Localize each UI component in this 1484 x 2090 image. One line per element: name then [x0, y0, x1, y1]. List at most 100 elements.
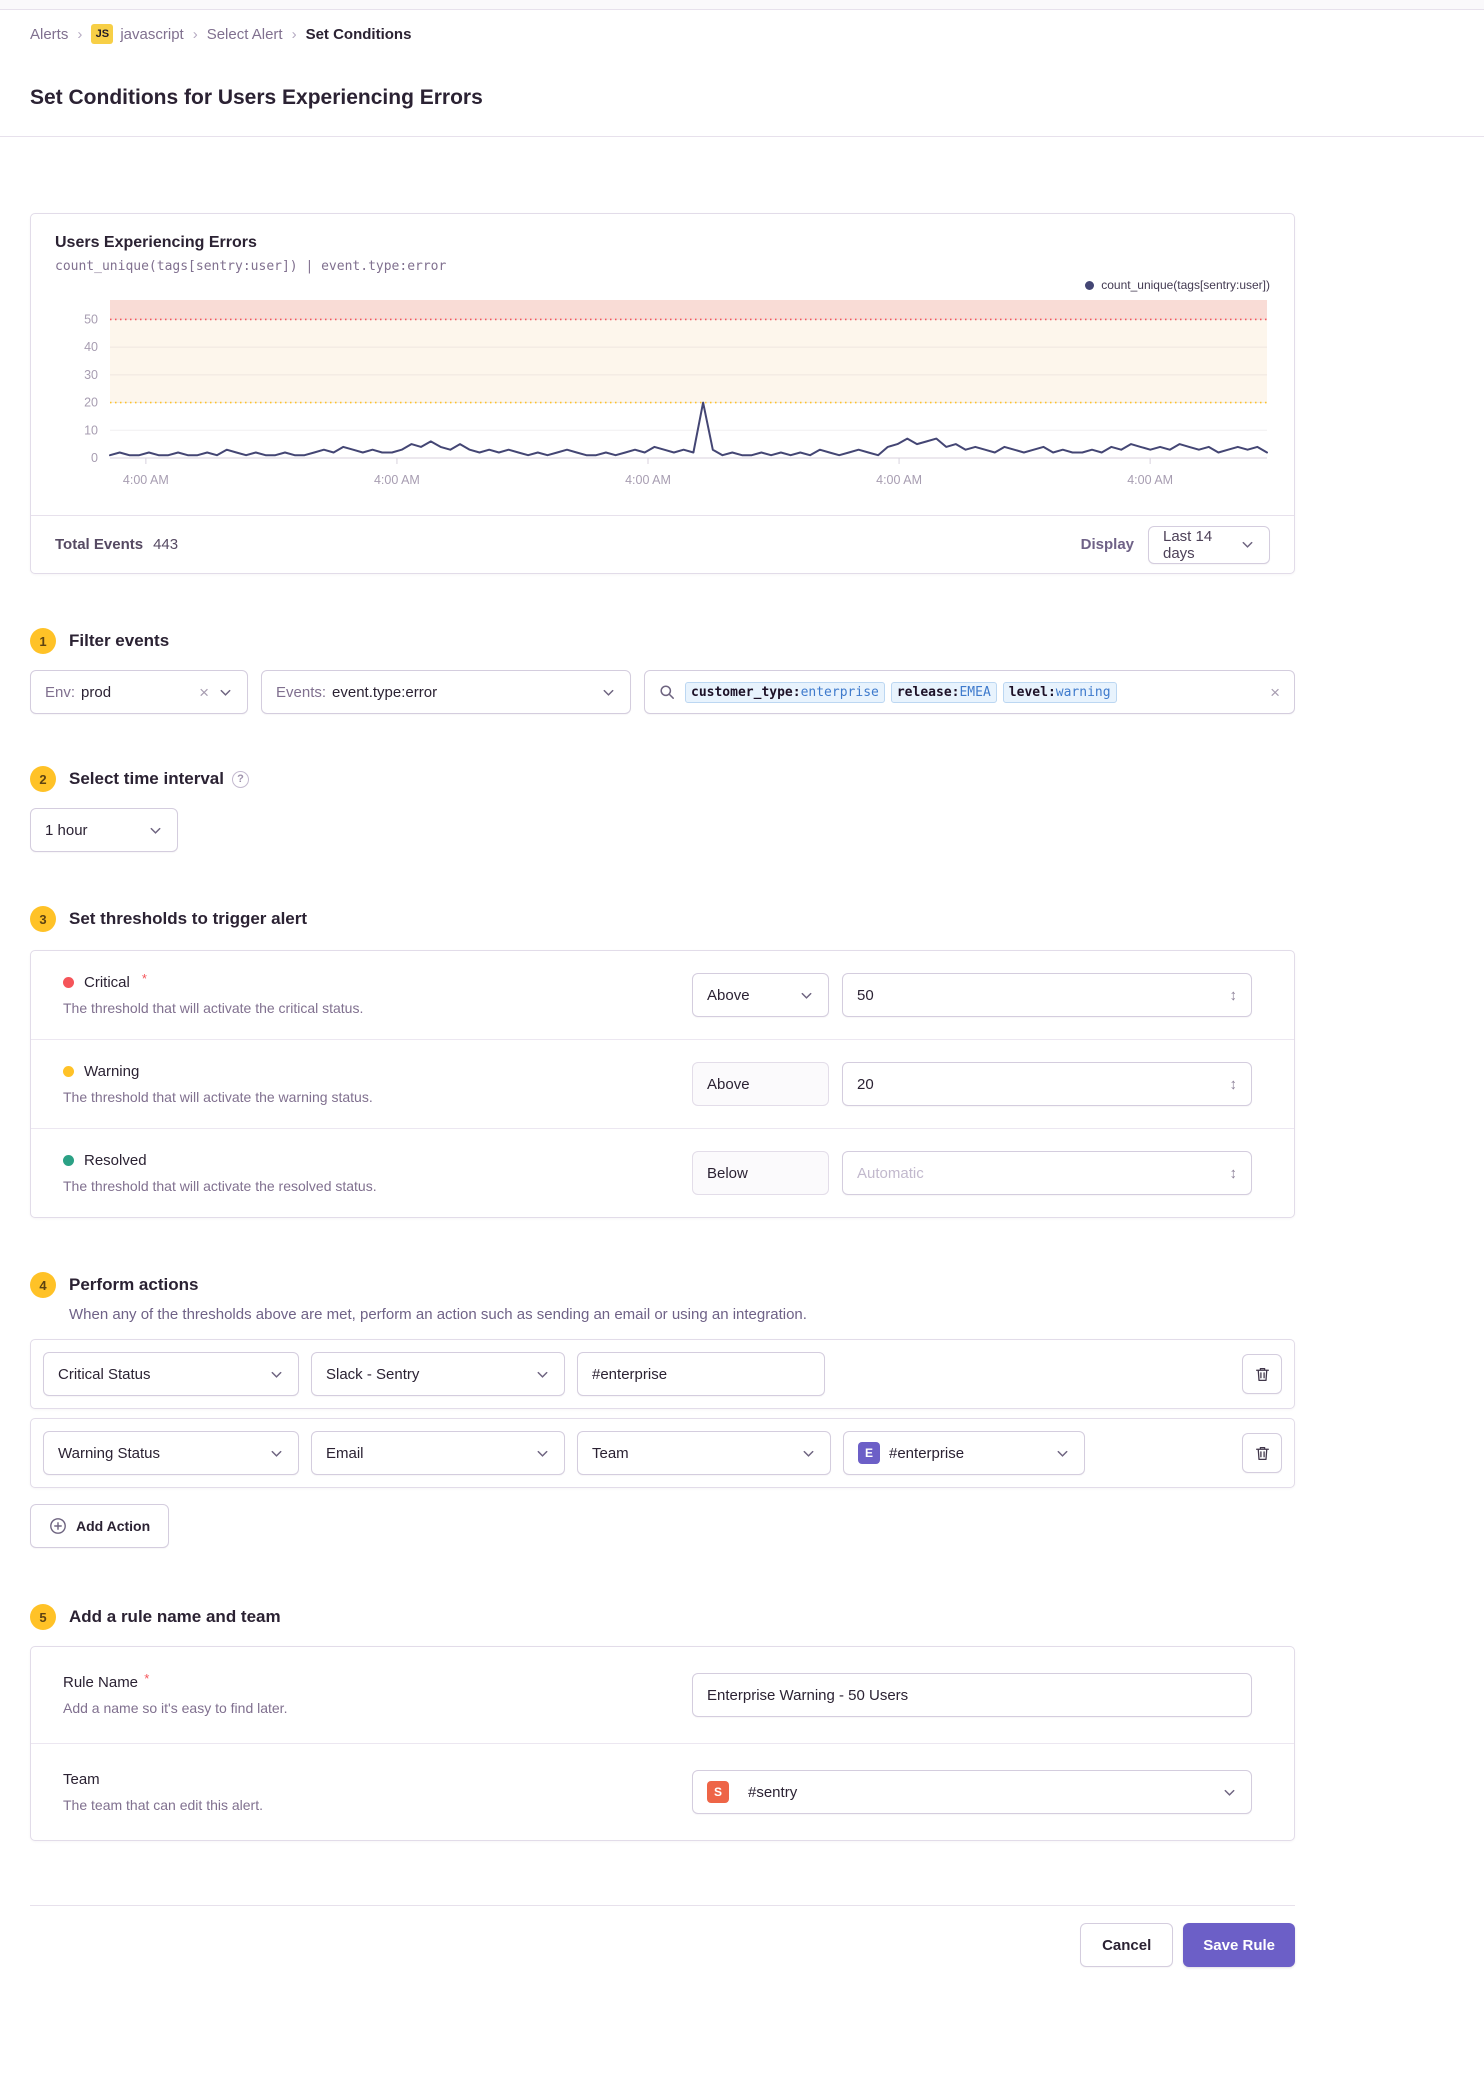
display-label: Display: [1080, 536, 1134, 553]
help-icon[interactable]: ?: [231, 770, 249, 788]
time-interval-title: Select time interval: [69, 769, 224, 788]
display-period-select[interactable]: Last 14 days: [1148, 525, 1270, 564]
alert-preview-card: Users Experiencing Errors count_unique(t…: [30, 213, 1295, 574]
chevron-down-icon: [603, 689, 614, 696]
slack-channel-input[interactable]: #enterprise: [577, 1352, 825, 1396]
chart-query: count_unique(tags[sentry:user]) | event.…: [55, 259, 447, 274]
breadcrumb: Alerts › JS javascript › Select Alert › …: [30, 24, 1454, 44]
team-avatar-icon: E: [858, 1442, 880, 1464]
page-header: Alerts › JS javascript › Select Alert › …: [0, 10, 1484, 137]
critical-label: Critical: [84, 974, 130, 991]
team-target-select[interactable]: E #enterprise: [843, 1431, 1085, 1475]
breadcrumb-current: Set Conditions: [305, 25, 412, 43]
action-trigger-select[interactable]: Warning Status: [43, 1431, 299, 1475]
search-token[interactable]: level:warning: [1002, 681, 1117, 703]
chevron-down-icon: [1057, 1450, 1068, 1457]
add-action-button[interactable]: Add Action: [30, 1504, 170, 1548]
svg-text:20: 20: [84, 396, 98, 410]
svg-text:0: 0: [91, 451, 98, 465]
rule-name-input[interactable]: Enterprise Warning - 50 Users: [692, 1673, 1252, 1717]
action-trigger-select[interactable]: Critical Status: [43, 1352, 299, 1396]
rule-name-row: Rule Name * Add a name so it's easy to f…: [31, 1647, 1294, 1744]
chart-legend[interactable]: count_unique(tags[sentry:user]): [55, 278, 1270, 292]
total-events-value: 443: [153, 536, 179, 553]
env-value: prod: [81, 683, 112, 701]
step-badge-2: 2: [30, 766, 56, 792]
clear-env-icon[interactable]: ×: [199, 684, 209, 701]
save-rule-button[interactable]: Save Rule: [1183, 1923, 1295, 1967]
perform-actions-description: When any of the thresholds above are met…: [69, 1306, 807, 1323]
step-badge-3: 3: [30, 906, 56, 932]
rule-name-title: Add a rule name and team: [69, 1607, 281, 1626]
thresholds-title: Set thresholds to trigger alert: [69, 909, 308, 928]
step-badge-5: 5: [30, 1604, 56, 1630]
critical-status-dot-icon: [63, 977, 74, 988]
chevron-down-icon: [271, 1450, 282, 1457]
breadcrumb-project[interactable]: javascript: [120, 26, 183, 43]
total-events-label: Total Events: [55, 536, 144, 553]
step-badge-4: 4: [30, 1272, 56, 1298]
chevron-down-icon: [150, 827, 161, 834]
chevron-down-icon: [537, 1450, 548, 1457]
chevron-down-icon: [271, 1371, 282, 1378]
legend-label: count_unique(tags[sentry:user]): [1101, 278, 1270, 292]
critical-threshold-row: Critical * The threshold that will activ…: [31, 951, 1294, 1040]
chart-title: Users Experiencing Errors: [55, 234, 257, 251]
resolved-label: Resolved: [84, 1152, 147, 1169]
time-interval-select[interactable]: 1 hour: [30, 808, 178, 852]
svg-text:4:00 AM: 4:00 AM: [1127, 473, 1173, 487]
search-icon: [660, 685, 674, 699]
legend-marker-icon: [1085, 280, 1095, 290]
resolved-threshold-input[interactable]: Automatic ↕: [842, 1151, 1252, 1195]
breadcrumb-select-alert[interactable]: Select Alert: [207, 26, 283, 43]
warning-threshold-row: Warning The threshold that will activate…: [31, 1040, 1294, 1129]
svg-text:4:00 AM: 4:00 AM: [123, 473, 169, 487]
warning-label: Warning: [84, 1063, 140, 1080]
rule-name-card: Rule Name * Add a name so it's easy to f…: [30, 1646, 1295, 1841]
number-stepper-icon[interactable]: ↕: [1230, 1165, 1238, 1182]
chevron-down-icon: [801, 992, 812, 999]
clear-search-icon[interactable]: ×: [1270, 684, 1280, 701]
chevron-down-icon: [537, 1371, 548, 1378]
resolved-status-dot-icon: [63, 1155, 74, 1166]
critical-description: The threshold that will activate the cri…: [63, 1000, 364, 1016]
warning-threshold-input[interactable]: 20 ↕: [842, 1062, 1252, 1106]
javascript-project-icon: JS: [91, 24, 114, 44]
breadcrumb-alerts[interactable]: Alerts: [30, 26, 68, 43]
svg-text:4:00 AM: 4:00 AM: [374, 473, 420, 487]
cancel-button[interactable]: Cancel: [1080, 1923, 1174, 1967]
svg-text:40: 40: [84, 340, 98, 354]
rule-name-description: Add a name so it's easy to find later.: [63, 1700, 288, 1716]
time-interval-value: 1 hour: [45, 821, 88, 839]
svg-text:50: 50: [84, 312, 98, 326]
search-token[interactable]: customer_type:enterprise: [685, 681, 885, 703]
email-target-type-select[interactable]: Team: [577, 1431, 831, 1475]
sentry-team-avatar-icon: S: [707, 1781, 729, 1803]
svg-text:30: 30: [84, 368, 98, 382]
page-title: Set Conditions for Users Experiencing Er…: [30, 86, 483, 109]
plus-circle-icon: [50, 1518, 66, 1534]
breadcrumb-separator-icon: ›: [291, 25, 297, 43]
display-period-value: Last 14 days: [1163, 527, 1213, 562]
team-description: The team that can edit this alert.: [63, 1797, 263, 1813]
event-types-select[interactable]: Events: event.type:error: [261, 670, 631, 714]
delete-action-button[interactable]: [1242, 1433, 1282, 1473]
footer-divider: [30, 1905, 1295, 1906]
delete-action-button[interactable]: [1242, 1354, 1282, 1394]
critical-comparison-select[interactable]: Above: [692, 973, 829, 1017]
resolved-comparison: Below: [692, 1151, 829, 1195]
team-select[interactable]: S #sentry: [692, 1770, 1252, 1814]
number-stepper-icon[interactable]: ↕: [1230, 987, 1238, 1004]
action-service-select[interactable]: Slack - Sentry: [311, 1352, 565, 1396]
action-service-select[interactable]: Email: [311, 1431, 565, 1475]
critical-threshold-input[interactable]: 50 ↕: [842, 973, 1252, 1017]
number-stepper-icon[interactable]: ↕: [1230, 1076, 1238, 1093]
environment-select[interactable]: Env: prod ×: [30, 670, 248, 714]
filter-search-input[interactable]: customer_type:enterprise release:EMEA le…: [644, 670, 1295, 714]
search-token[interactable]: release:EMEA: [890, 681, 997, 703]
step-badge-1: 1: [30, 628, 56, 654]
required-asterisk: *: [141, 971, 147, 986]
total-events: Total Events 443: [55, 536, 178, 553]
warning-description: The threshold that will activate the war…: [63, 1089, 373, 1105]
trash-icon: [1255, 1367, 1269, 1381]
